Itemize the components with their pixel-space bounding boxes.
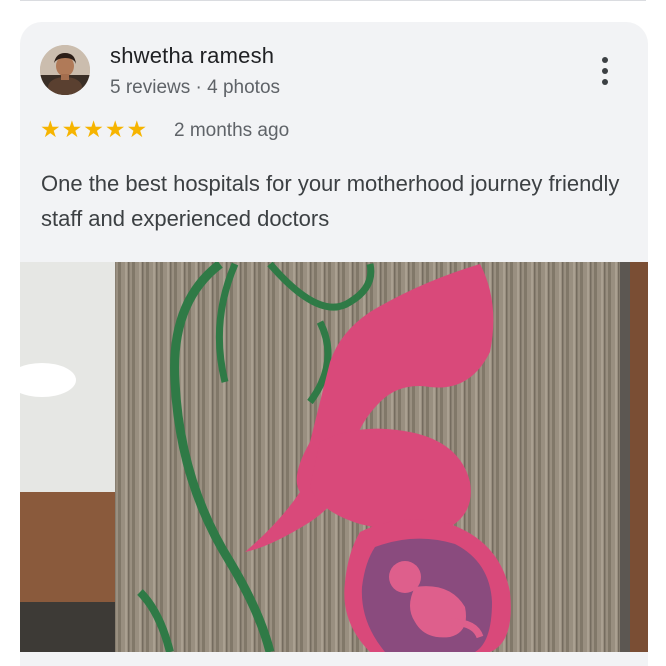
- more-vert-icon[interactable]: [592, 54, 618, 88]
- review-time: 2 months ago: [174, 120, 290, 141]
- reviewer-name[interactable]: shwetha ramesh: [110, 43, 274, 69]
- star-icon: ★: [126, 117, 148, 143]
- avatar[interactable]: [40, 45, 90, 95]
- review-text: One the best hospitals for your motherho…: [41, 171, 620, 231]
- star-icon: ★: [83, 117, 104, 143]
- star-icon: ★: [40, 117, 61, 143]
- top-divider: [20, 0, 646, 1]
- star-icon: ★: [104, 117, 126, 143]
- star-icon: ★: [61, 117, 83, 143]
- rating-stars: ★ ★ ★ ★ ★: [40, 118, 147, 142]
- reviewer-meta: 5 reviews · 4 photos: [110, 77, 281, 98]
- review-card: shwetha ramesh 5 reviews · 4 photos ★ ★ …: [20, 22, 648, 666]
- review-photo[interactable]: [20, 262, 648, 652]
